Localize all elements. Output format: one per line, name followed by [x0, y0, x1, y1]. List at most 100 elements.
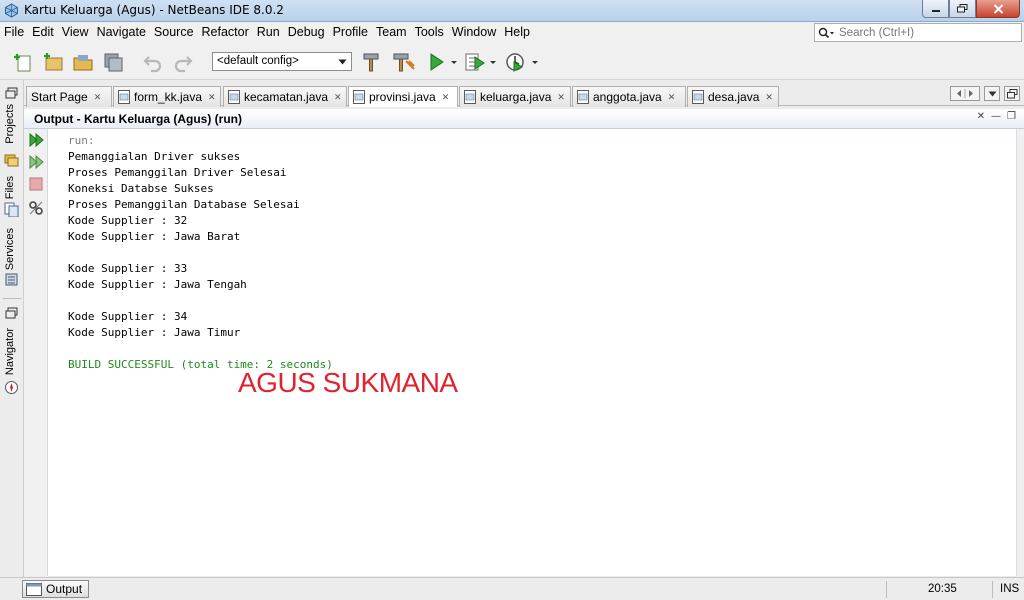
chevron-down-icon — [988, 91, 996, 96]
java-file-icon — [464, 90, 476, 104]
services-tab[interactable]: Services — [4, 228, 16, 270]
console-line: Kode Supplier : 34 — [68, 310, 188, 323]
window-controls — [922, 0, 1020, 18]
rerun-button[interactable] — [27, 131, 45, 149]
open-project-button[interactable] — [70, 50, 96, 74]
status-bar: Output 20:35 INS — [0, 577, 1024, 600]
run-button[interactable] — [424, 50, 460, 74]
menu-debug[interactable]: Debug — [284, 25, 329, 39]
tab-label: kecamatan.java — [244, 90, 329, 104]
clean-build-button[interactable] — [388, 50, 418, 74]
close-tab-icon[interactable]: ✕ — [765, 92, 773, 103]
menu-edit[interactable]: Edit — [28, 25, 58, 39]
close-tab-icon[interactable]: ✕ — [208, 92, 216, 103]
sidebar-divider — [3, 298, 21, 299]
restore-icon — [957, 4, 968, 13]
tab-kecamatan-java[interactable]: kecamatan.java ✕ — [223, 86, 347, 107]
build-button[interactable] — [358, 50, 384, 74]
status-separator — [886, 581, 887, 598]
tab-label: Start Page — [31, 90, 88, 104]
java-file-icon — [228, 90, 240, 104]
maximize-button[interactable] — [949, 0, 976, 18]
profile-button[interactable] — [502, 50, 542, 74]
output-scrollbar[interactable] — [1016, 129, 1024, 576]
output-console[interactable]: run: Pemanggialan Driver sukses Proses Pem… — [48, 129, 1016, 576]
tab-label: provinsi.java — [369, 90, 436, 104]
config-select[interactable]: <default config> — [212, 52, 352, 71]
profile-icon — [506, 53, 538, 72]
menu-window[interactable]: Window — [448, 25, 500, 39]
console-line: Kode Supplier : Jawa Timur — [68, 326, 241, 339]
tab-label: anggota.java — [593, 90, 662, 104]
menu-navigate[interactable]: Navigate — [93, 25, 150, 39]
menu-run[interactable]: Run — [253, 25, 284, 39]
java-file-icon — [118, 90, 130, 104]
java-file-icon — [577, 90, 589, 104]
redo-button[interactable] — [170, 50, 196, 74]
search-box[interactable] — [814, 23, 1022, 42]
close-output-icon[interactable]: ✕ — [977, 111, 985, 122]
tab-start-page[interactable]: Start Page ✕ — [26, 86, 112, 107]
rerun-icon — [29, 132, 44, 148]
debug-icon — [465, 53, 496, 71]
close-button[interactable] — [976, 0, 1020, 18]
tab-label: keluarga.java — [480, 90, 552, 104]
restore-window-icon — [1006, 88, 1017, 98]
projects-tab[interactable]: Projects — [4, 104, 16, 144]
menu-source[interactable]: Source — [150, 25, 198, 39]
tab-anggota-java[interactable]: anggota.java ✕ — [572, 86, 686, 107]
save-all-icon — [104, 53, 123, 72]
redo-icon — [174, 56, 193, 73]
output-window-button[interactable]: Output — [22, 580, 90, 598]
menu-profile[interactable]: Profile — [329, 25, 372, 39]
restore-window-icon[interactable] — [4, 86, 19, 101]
title-bar: Kartu Keluarga (Agus) - NetBeans IDE 8.0… — [0, 0, 1024, 22]
menu-view[interactable]: View — [58, 25, 93, 39]
status-separator — [992, 581, 993, 598]
new-project-button[interactable] — [40, 50, 66, 74]
tab-list-button[interactable] — [984, 86, 1000, 101]
output-icon — [26, 582, 42, 596]
restore-editor-button[interactable] — [1004, 86, 1020, 101]
tab-form_kk-java[interactable]: form_kk.java ✕ — [113, 86, 221, 107]
java-file-icon — [692, 90, 704, 104]
close-tab-icon[interactable]: ✕ — [668, 92, 676, 103]
close-tab-icon[interactable]: ✕ — [334, 92, 342, 103]
menu-tools[interactable]: Tools — [411, 25, 448, 39]
tab-provinsi-java[interactable]: provinsi.java ✕ — [348, 86, 458, 107]
tab-scroll-buttons[interactable] — [950, 86, 980, 101]
output-window-label: Output — [46, 582, 83, 596]
stop-button[interactable] — [27, 175, 45, 193]
console-line: Kode Supplier : 33 — [68, 262, 188, 275]
save-all-button[interactable] — [100, 50, 126, 74]
search-input[interactable] — [839, 26, 1019, 39]
tab-desa-java[interactable]: desa.java ✕ — [687, 86, 779, 107]
close-tab-icon[interactable]: ✕ — [557, 92, 565, 103]
output-settings-button[interactable] — [27, 199, 45, 217]
navigator-icon — [5, 381, 18, 394]
clean-build-icon — [393, 53, 415, 72]
restore-output-icon[interactable]: ❐ — [1007, 111, 1016, 122]
navigator-tab[interactable]: Navigator — [4, 328, 16, 375]
minimize-button[interactable] — [922, 0, 949, 18]
run-icon — [430, 53, 457, 71]
undo-button[interactable] — [140, 50, 166, 74]
restore-window-icon[interactable] — [4, 306, 19, 321]
minimize-output-icon[interactable]: — — [991, 111, 1001, 122]
menu-help[interactable]: Help — [500, 25, 534, 39]
menu-file[interactable]: File — [0, 25, 28, 39]
debug-button[interactable] — [462, 50, 500, 74]
console-line: Koneksi Databse Sukses — [68, 182, 214, 195]
close-tab-icon[interactable]: ✕ — [94, 92, 102, 103]
tab-keluarga-java[interactable]: keluarga.java ✕ — [459, 86, 571, 107]
menu-refactor[interactable]: Refactor — [198, 25, 253, 39]
rerun-options-button[interactable] — [27, 153, 45, 171]
new-file-button[interactable] — [10, 50, 36, 74]
console-line: run: — [68, 134, 95, 147]
search-icon — [818, 27, 834, 38]
files-tab[interactable]: Files — [4, 176, 16, 199]
close-tab-icon[interactable]: ✕ — [442, 92, 450, 103]
menu-team[interactable]: Team — [372, 25, 411, 39]
projects-icon — [4, 154, 19, 167]
